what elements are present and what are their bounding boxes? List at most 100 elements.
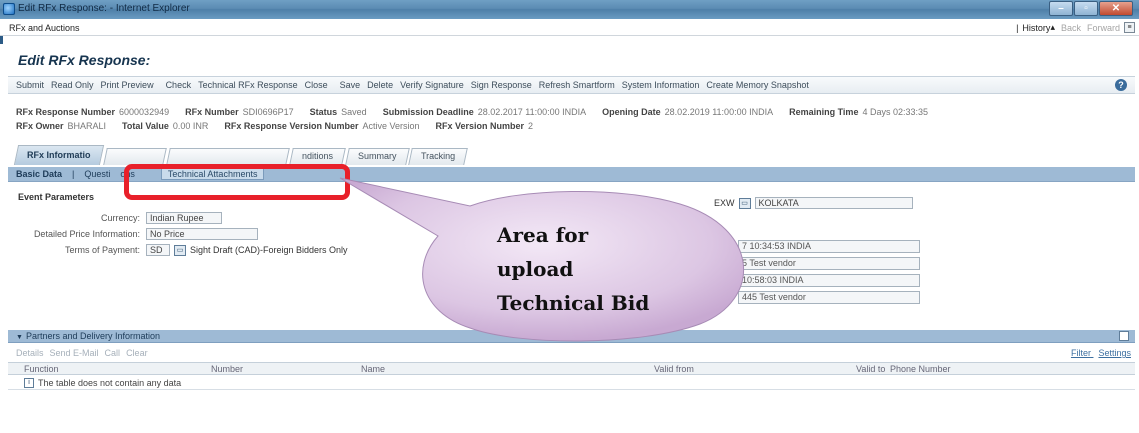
callout-line-3: Technical Bid — [497, 291, 650, 315]
partners-title: Partners and Delivery Information — [25, 331, 160, 341]
help-icon[interactable]: ? — [1115, 79, 1127, 91]
create-memory-snapshot-button[interactable]: Create Memory Snapshot — [706, 80, 809, 90]
rfx-version-label: RFx Version Number — [435, 120, 525, 131]
forward-link[interactable]: Forward — [1087, 23, 1120, 33]
callout-line-2: upload — [497, 257, 574, 281]
rfx-owner-label: RFx Owner — [16, 120, 64, 131]
empty-table-message: The table does not contain any data — [38, 377, 182, 388]
partners-panel-header[interactable]: ▼ Partners and Delivery Information — [8, 330, 1135, 343]
tab-rfx-information[interactable]: RFx Informatio — [13, 145, 104, 165]
col-valid-to[interactable]: Valid to — [856, 364, 885, 374]
tab-label: Summary — [357, 151, 397, 161]
tab-summary[interactable]: Summary — [344, 148, 409, 165]
save-button[interactable]: Save — [340, 80, 361, 90]
currency-field[interactable]: Indian Rupee — [146, 212, 222, 224]
col-phone-number[interactable]: Phone Number — [890, 364, 951, 374]
rfx-number: SDI0696P17 — [242, 106, 294, 117]
status-label: Status — [309, 106, 338, 117]
opening-date-label: Opening Date — [602, 106, 661, 117]
refresh-smartform-button[interactable]: Refresh Smartform — [539, 80, 615, 90]
call-button[interactable]: Call — [105, 348, 121, 358]
clear-button[interactable]: Clear — [126, 348, 148, 358]
separator: | — [1016, 22, 1019, 33]
check-button[interactable]: Check — [166, 80, 192, 90]
tab-label: nditions — [301, 151, 333, 161]
app-header: RFx and Auctions | History ▴ Back Forward… — [0, 20, 1139, 36]
submission-deadline: 28.02.2017 11:00:00 INDIA — [477, 106, 587, 117]
payment-label: Terms of Payment: — [64, 245, 140, 255]
maximize-button[interactable]: ▫ — [1074, 1, 1098, 16]
table-options: Filter Settings — [1066, 348, 1131, 358]
status-value: Saved — [341, 106, 367, 117]
tab-hidden-2[interactable] — [165, 148, 290, 165]
technical-rfx-response-button[interactable]: Technical RFx Response — [198, 80, 298, 90]
header-info-row-2: RFx Owner BHARALI Total Value 0.00 INR R… — [16, 119, 1126, 132]
tab-tracking[interactable]: Tracking — [408, 148, 469, 165]
currency-label: Currency: — [100, 213, 140, 223]
incoterm-row: EXW ▭ KOLKATA — [714, 197, 913, 209]
info-icon: i — [24, 377, 34, 388]
location-field[interactable]: KOLKATA — [754, 197, 913, 209]
submit-button[interactable]: Submit — [16, 80, 44, 90]
main-toolbar: Submit Read Only Print Preview Check Tec… — [8, 76, 1135, 94]
menu-icon[interactable]: ≡ — [1124, 22, 1135, 33]
tab-conditions[interactable]: nditions — [288, 148, 346, 165]
col-valid-from[interactable]: Valid from — [654, 364, 694, 374]
incoterm-value: EXW — [714, 198, 735, 208]
opening-date: 28.02.2019 11:00:00 INDIA — [664, 106, 774, 117]
tab-strip: RFx Informatio nditions Summary Tracking — [13, 145, 469, 165]
col-number[interactable]: Number — [211, 364, 243, 374]
send-email-button[interactable]: Send E-Mail — [50, 348, 99, 358]
header-info: RFx Response Number 6000032949 RFx Numbe… — [16, 105, 1126, 133]
subtab-basic-data[interactable]: Basic Data — [16, 169, 62, 179]
header-info-row-1: RFx Response Number 6000032949 RFx Numbe… — [16, 105, 1126, 118]
col-name[interactable]: Name — [361, 364, 385, 374]
rfx-number-label: RFx Number — [185, 106, 239, 117]
rfx-owner: BHARALI — [67, 120, 107, 131]
price-info-field[interactable]: No Price — [146, 228, 258, 240]
expand-triangle-icon: ▼ — [16, 334, 23, 341]
value-help-icon[interactable]: ▭ — [738, 197, 751, 209]
value-help-icon[interactable]: ▭ — [174, 244, 186, 256]
page-title: Edit RFx Response: — [18, 52, 151, 68]
collapse-icon[interactable] — [1119, 331, 1129, 341]
rfx-response-number: 6000032949 — [119, 106, 170, 117]
payment-code-field[interactable]: SD — [146, 244, 170, 256]
verify-signature-button[interactable]: Verify Signature — [400, 80, 464, 90]
currency-row: Currency: Indian Rupee — [8, 212, 222, 224]
tab-label: RFx Informatio — [27, 150, 91, 160]
print-preview-button[interactable]: Print Preview — [101, 80, 154, 90]
settings-link[interactable]: Settings — [1098, 348, 1131, 358]
sign-response-button[interactable]: Sign Response — [471, 80, 532, 90]
left-accent — [0, 36, 6, 433]
highlight-rectangle — [124, 164, 350, 200]
price-info-label: Detailed Price Information: — [33, 229, 140, 239]
price-info-row: Detailed Price Information: No Price — [8, 228, 258, 240]
system-information-button[interactable]: System Information — [622, 80, 700, 90]
internet-explorer-icon — [3, 3, 15, 15]
back-link[interactable]: Back — [1061, 23, 1081, 33]
window-controls: – ▫ ✕ — [1048, 1, 1133, 17]
subtab-divider: | — [72, 169, 75, 179]
remaining-time-label: Remaining Time — [789, 106, 859, 117]
subtab-questions-head: Questi — [84, 169, 111, 179]
tab-hidden-1[interactable] — [102, 148, 167, 165]
read-only-button[interactable]: Read Only — [51, 80, 94, 90]
total-value: 0.00 INR — [172, 120, 209, 131]
remaining-time: 4 Days 02:33:35 — [862, 106, 928, 117]
vendor-field-1: 5 Test vendor — [738, 257, 920, 270]
partners-toolbar: Details Send E-Mail Call Clear Filter Se… — [8, 346, 1135, 360]
filter-link[interactable]: Filter — [1071, 348, 1091, 358]
minimize-button[interactable]: – — [1049, 1, 1073, 16]
history-link[interactable]: History — [1022, 23, 1050, 33]
close-button[interactable]: Close — [305, 80, 328, 90]
partners-table-header: Function Number Name Valid from Valid to… — [8, 362, 1135, 375]
details-button[interactable]: Details — [16, 348, 44, 358]
delete-button[interactable]: Delete — [367, 80, 393, 90]
window-title: Edit RFx Response: - Internet Explorer — [18, 3, 190, 14]
callout-text: Area for upload Technical Bid — [497, 218, 649, 320]
close-window-button[interactable]: ✕ — [1099, 1, 1133, 16]
time-field-1: 7 10:34:53 INDIA — [738, 240, 920, 253]
submission-deadline-label: Submission Deadline — [382, 106, 474, 117]
col-function[interactable]: Function — [24, 364, 59, 374]
